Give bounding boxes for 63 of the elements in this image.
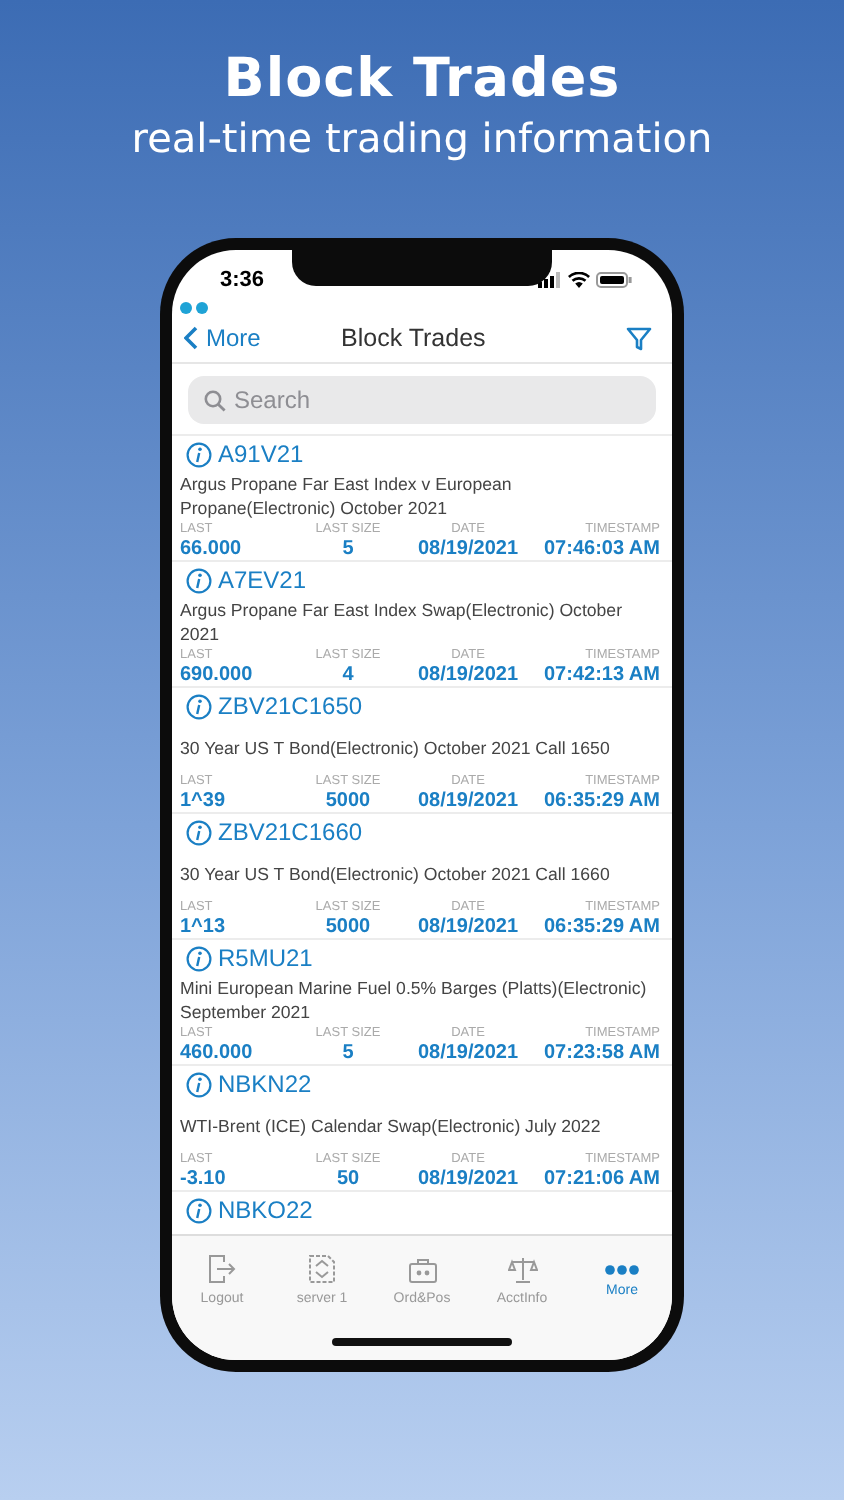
last-size: 5 xyxy=(340,1042,356,1064)
trade-description: 30 Year US T Bond(Electronic) October 2021 Call 1660 xyxy=(180,861,610,885)
trade-description: Argus Propane Far East Index Swap(Electronic) October 2021 xyxy=(180,597,625,645)
status-time: 3:36 xyxy=(220,268,265,292)
signal-icon xyxy=(538,272,562,288)
trade-timestamp: 06:35:29 AM xyxy=(542,916,660,938)
search-field[interactable]: Search xyxy=(188,376,656,424)
last-price: 66.000 xyxy=(180,538,244,560)
chevron-icon xyxy=(184,326,198,350)
trade-timestamp: 07:46:03 AM xyxy=(542,538,660,560)
last-price: 1^13 xyxy=(180,916,228,938)
last-price: 1^39 xyxy=(180,790,228,812)
info-icon[interactable] xyxy=(186,945,212,971)
trade-date: 08/19/2021 xyxy=(415,790,521,812)
trade-description: 30 Year US T Bond(Electronic) October 2021 Call 1650 xyxy=(180,735,610,759)
trade-description: Mini European Marine Fuel 0.5% Barges (Platts)(Electronic) September 2021 xyxy=(180,975,648,1023)
last-size: 50 xyxy=(334,1168,362,1190)
search-icon xyxy=(204,389,226,411)
trade-symbol[interactable]: NBKO22 xyxy=(218,1196,313,1224)
scales-icon xyxy=(507,1255,537,1283)
last-size: 4 xyxy=(340,664,356,686)
briefcase-icon xyxy=(407,1255,437,1283)
last-price: 690.000 xyxy=(180,664,255,686)
banner-subtitle: real-time trading information xyxy=(131,114,713,162)
document-arrows-icon xyxy=(308,1254,336,1284)
last-size: 5 xyxy=(340,538,356,560)
trade-symbol[interactable]: NBKN22 xyxy=(218,1070,312,1098)
trade-symbol[interactable]: R5MU21 xyxy=(218,944,313,972)
wifi-icon xyxy=(568,272,590,288)
page-dots-icon xyxy=(180,302,210,314)
trade-date: 08/19/2021 xyxy=(415,538,521,560)
trade-date: 08/19/2021 xyxy=(415,664,521,686)
trade-timestamp: 07:21:06 AM xyxy=(542,1168,660,1190)
trade-description: Argus Propane Far East Index v European Propane(Electronic) October 2021 xyxy=(180,471,514,519)
info-icon[interactable] xyxy=(186,1071,212,1097)
last-size: 5000 xyxy=(323,790,373,812)
last-size: 5000 xyxy=(323,916,373,938)
info-icon[interactable] xyxy=(186,693,212,719)
last-price: -3.10 xyxy=(180,1168,228,1190)
trade-symbol[interactable]: A7EV21 xyxy=(218,566,307,594)
filter-icon[interactable] xyxy=(625,325,652,351)
last-price: 460.000 xyxy=(180,1042,255,1064)
search-input[interactable]: Search xyxy=(234,386,534,414)
trade-symbol[interactable]: ZBV21C1650 xyxy=(218,692,363,720)
trade-symbol[interactable]: A91V21 xyxy=(218,440,304,468)
screen-title: Block Trades xyxy=(341,324,486,352)
info-icon[interactable] xyxy=(186,441,212,467)
trade-symbol[interactable]: ZBV21C1660 xyxy=(218,818,363,846)
trade-timestamp: 07:42:13 AM xyxy=(542,664,660,686)
trade-date: 08/19/2021 xyxy=(415,916,521,938)
trade-date: 08/19/2021 xyxy=(415,1168,521,1190)
trade-timestamp: 07:23:58 AM xyxy=(542,1042,660,1064)
back-button[interactable]: More xyxy=(184,324,261,352)
info-icon[interactable] xyxy=(186,819,212,845)
trade-date: 08/19/2021 xyxy=(415,1042,521,1064)
trade-timestamp: 06:35:29 AM xyxy=(542,790,660,812)
banner-title: Block Trades xyxy=(223,48,621,110)
battery-icon xyxy=(596,272,632,288)
trade-description: WTI-Brent (ICE) Calendar Swap(Electronic) July 2022 xyxy=(180,1113,601,1137)
more-icon xyxy=(604,1263,640,1275)
info-icon[interactable] xyxy=(186,567,212,593)
info-icon[interactable] xyxy=(186,1197,212,1223)
exit-icon xyxy=(208,1254,236,1284)
